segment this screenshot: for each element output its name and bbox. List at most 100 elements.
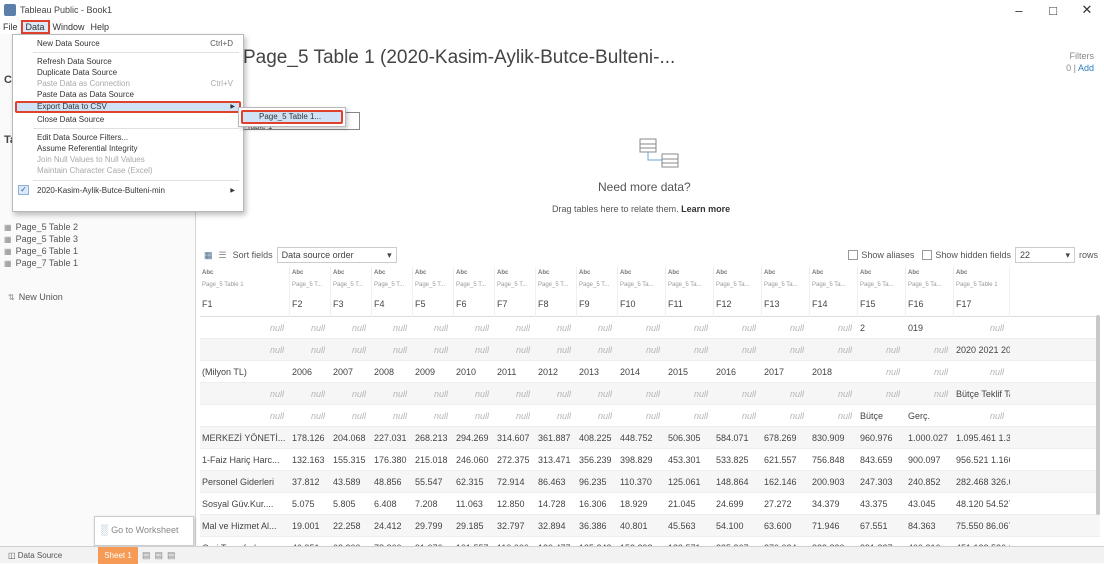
table-cell[interactable]: 246.060: [454, 449, 495, 471]
table-cell[interactable]: null: [372, 383, 413, 405]
string-type-icon[interactable]: Abc: [579, 270, 590, 276]
table-cell[interactable]: null: [454, 383, 495, 405]
string-type-icon[interactable]: Abc: [202, 270, 213, 276]
column-header[interactable]: Abc Page_5 Table 1 F17: [954, 267, 1010, 317]
table-cell[interactable]: null: [200, 317, 290, 339]
table-cell[interactable]: null: [810, 383, 858, 405]
table-cell[interactable]: 132.163: [290, 449, 331, 471]
column-header[interactable]: Abc Page_5 Ta... F16: [906, 267, 954, 317]
table-cell[interactable]: 48.856: [372, 471, 413, 493]
table-cell[interactable]: null: [762, 383, 810, 405]
table-cell[interactable]: 830.909: [810, 427, 858, 449]
menu-data[interactable]: Data: [20, 20, 50, 34]
table-cell[interactable]: 29.185: [454, 515, 495, 537]
table-cell[interactable]: null: [714, 383, 762, 405]
string-type-icon[interactable]: Abc: [716, 270, 727, 276]
table-cell[interactable]: 678.269: [762, 427, 810, 449]
table-cell[interactable]: 86.463: [536, 471, 577, 493]
table-cell[interactable]: 204.068: [331, 427, 372, 449]
table-cell[interactable]: Mal ve Hizmet Al...: [200, 515, 290, 537]
column-header[interactable]: Abc Page_5 Ta... F15: [858, 267, 906, 317]
table-cell[interactable]: null: [762, 317, 810, 339]
grid-scrollbar[interactable]: [1096, 315, 1100, 515]
table-cell[interactable]: null: [762, 405, 810, 427]
table-cell[interactable]: 27.272: [762, 493, 810, 515]
table-item-page5-table3[interactable]: ▦ Page_5 Table 3: [4, 234, 78, 244]
table-cell[interactable]: null: [577, 405, 618, 427]
table-cell[interactable]: Bütçe Teklif Ta: [954, 383, 1010, 405]
table-cell[interactable]: 22.258: [331, 515, 372, 537]
table-cell[interactable]: 43.045: [906, 493, 954, 515]
table-cell[interactable]: null: [618, 405, 666, 427]
table-cell[interactable]: 75.550 86.067: [954, 515, 1010, 537]
column-header[interactable]: Abc Page_5 T... F9: [577, 267, 618, 317]
table-cell[interactable]: null: [372, 405, 413, 427]
table-cell[interactable]: 247.303: [858, 471, 906, 493]
column-header[interactable]: Abc Page_5 T... F4: [372, 267, 413, 317]
table-cell[interactable]: null: [618, 383, 666, 405]
table-cell[interactable]: 215.018: [413, 449, 454, 471]
table-cell[interactable]: null: [810, 339, 858, 361]
table-cell[interactable]: 2014: [618, 361, 666, 383]
table-cell[interactable]: null: [413, 405, 454, 427]
menu-item-export-csv[interactable]: Export Data to CSV: [37, 102, 107, 111]
table-cell[interactable]: 155.315: [331, 449, 372, 471]
table-item-page6-table1[interactable]: ▦ Page_6 Table 1: [4, 246, 78, 256]
table-cell[interactable]: 2007: [331, 361, 372, 383]
table-cell[interactable]: 2011: [495, 361, 536, 383]
menu-item-close-source[interactable]: Close Data Source: [37, 115, 104, 124]
table-cell[interactable]: null: [536, 383, 577, 405]
table-cell[interactable]: 2018: [810, 361, 858, 383]
table-cell[interactable]: Sosyal Güv.Kur....: [200, 493, 290, 515]
table-cell[interactable]: 268.213: [413, 427, 454, 449]
table-cell[interactable]: 148.864: [714, 471, 762, 493]
table-cell[interactable]: null: [454, 317, 495, 339]
table-item-page5-table2[interactable]: ▦ Page_5 Table 2: [4, 222, 78, 232]
string-type-icon[interactable]: Abc: [538, 270, 549, 276]
column-header[interactable]: Abc Page_5 Table 1 F1: [200, 267, 290, 317]
show-aliases-toggle[interactable]: Show aliases: [848, 250, 914, 261]
table-cell[interactable]: 314.607: [495, 427, 536, 449]
string-type-icon[interactable]: Abc: [860, 270, 871, 276]
table-cell[interactable]: null: [577, 383, 618, 405]
table-cell[interactable]: 29.799: [413, 515, 454, 537]
table-cell[interactable]: 1.000.027: [906, 427, 954, 449]
table-cell[interactable]: 32.894: [536, 515, 577, 537]
table-cell[interactable]: 956.521 1.166: [954, 449, 1010, 471]
string-type-icon[interactable]: Abc: [956, 270, 967, 276]
table-cell[interactable]: 2010: [454, 361, 495, 383]
table-cell[interactable]: 24.412: [372, 515, 413, 537]
table-cell[interactable]: null: [954, 405, 1010, 427]
table-cell[interactable]: 16.306: [577, 493, 618, 515]
column-header[interactable]: Abc Page_5 T... F7: [495, 267, 536, 317]
table-cell[interactable]: null: [495, 317, 536, 339]
string-type-icon[interactable]: Abc: [620, 270, 631, 276]
string-type-icon[interactable]: Abc: [292, 270, 303, 276]
table-cell[interactable]: null: [372, 339, 413, 361]
table-cell[interactable]: 453.301: [666, 449, 714, 471]
table-cell[interactable]: 40.801: [618, 515, 666, 537]
menu-item-refresh[interactable]: Refresh Data Source: [37, 57, 112, 66]
table-cell[interactable]: 294.269: [454, 427, 495, 449]
table-cell[interactable]: null: [331, 405, 372, 427]
table-cell[interactable]: null: [331, 383, 372, 405]
table-cell[interactable]: 11.063: [454, 493, 495, 515]
table-cell[interactable]: null: [454, 405, 495, 427]
table-cell[interactable]: null: [858, 339, 906, 361]
table-cell[interactable]: 62.315: [454, 471, 495, 493]
table-cell[interactable]: 361.887: [536, 427, 577, 449]
column-header[interactable]: Abc Page_5 T... F5: [413, 267, 454, 317]
table-cell[interactable]: 408.225: [577, 427, 618, 449]
table-cell[interactable]: 900.097: [906, 449, 954, 471]
table-cell[interactable]: null: [413, 383, 454, 405]
table-cell[interactable]: null: [290, 339, 331, 361]
table-cell[interactable]: 84.363: [906, 515, 954, 537]
table-cell[interactable]: 110.370: [618, 471, 666, 493]
table-cell[interactable]: 2017: [762, 361, 810, 383]
table-cell[interactable]: 2009: [413, 361, 454, 383]
table-cell[interactable]: 019: [906, 317, 954, 339]
table-cell[interactable]: null: [495, 339, 536, 361]
table-cell[interactable]: null: [495, 383, 536, 405]
table-cell[interactable]: null: [618, 317, 666, 339]
table-cell[interactable]: 48.120 54.527: [954, 493, 1010, 515]
